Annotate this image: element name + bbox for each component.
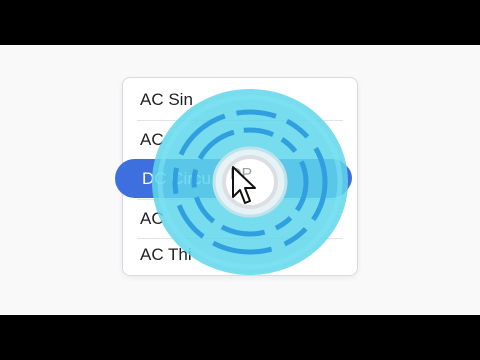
cursor-arrow-icon bbox=[232, 166, 256, 204]
app-stage: AC Sin AC DC Circu AC AC Thi DP bbox=[0, 45, 480, 315]
